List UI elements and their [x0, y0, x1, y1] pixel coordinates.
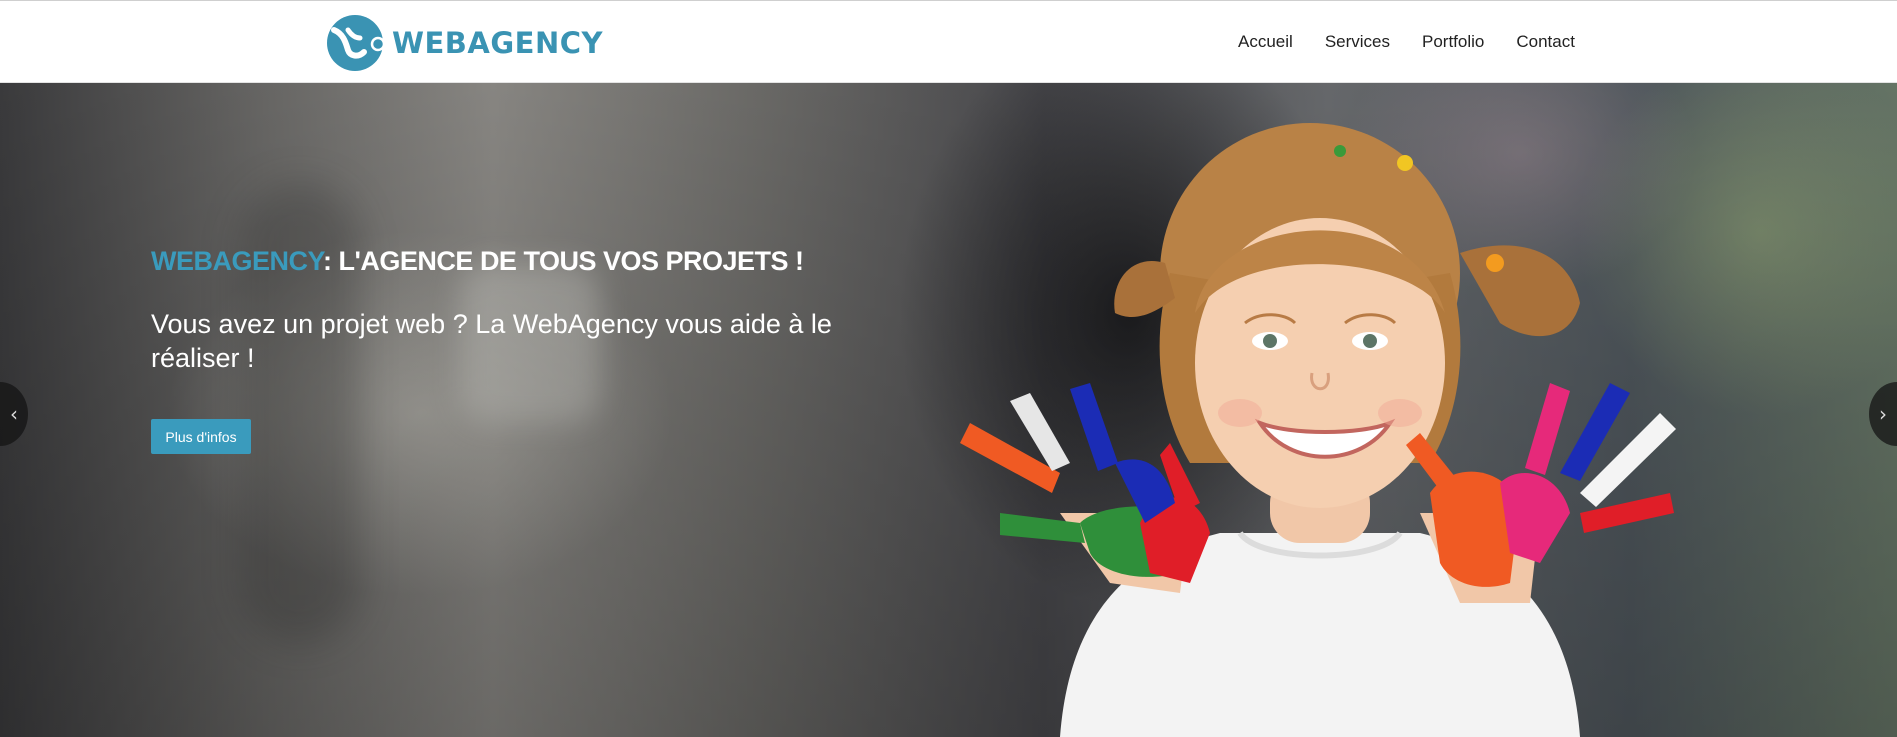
nav-services[interactable]: Services	[1325, 31, 1390, 53]
logo[interactable]: WEBAGENCY	[326, 14, 603, 72]
nav-portfolio[interactable]: Portfolio	[1422, 31, 1484, 53]
hero-title-rest: : L'AGENCE DE TOUS VOS PROJETS !	[323, 246, 804, 276]
hero-title: WEBAGENCY: L'AGENCE DE TOUS VOS PROJETS …	[151, 246, 804, 277]
main-nav: Accueil Services Portfolio Contact	[1238, 31, 1575, 53]
hero-slider: WEBAGENCY: L'AGENCE DE TOUS VOS PROJETS …	[0, 83, 1897, 737]
hero-image-girl-painted-hands	[960, 123, 1676, 737]
logo-mark-icon	[327, 15, 384, 71]
chevron-left-icon: ‹	[10, 402, 18, 426]
hero-title-brand: WEBAGENCY	[151, 246, 324, 276]
nav-accueil[interactable]: Accueil	[1238, 31, 1293, 53]
chevron-right-icon: ›	[1879, 402, 1887, 426]
nav-contact[interactable]: Contact	[1516, 31, 1575, 53]
hero-subtitle: Vous avez un projet web ? La WebAgency v…	[151, 309, 832, 373]
more-info-button[interactable]: Plus d'infos	[151, 419, 251, 454]
logo-text: WEBAGENCY	[392, 26, 604, 60]
site-header: WEBAGENCY Accueil Services Portfolio Con…	[0, 0, 1897, 83]
